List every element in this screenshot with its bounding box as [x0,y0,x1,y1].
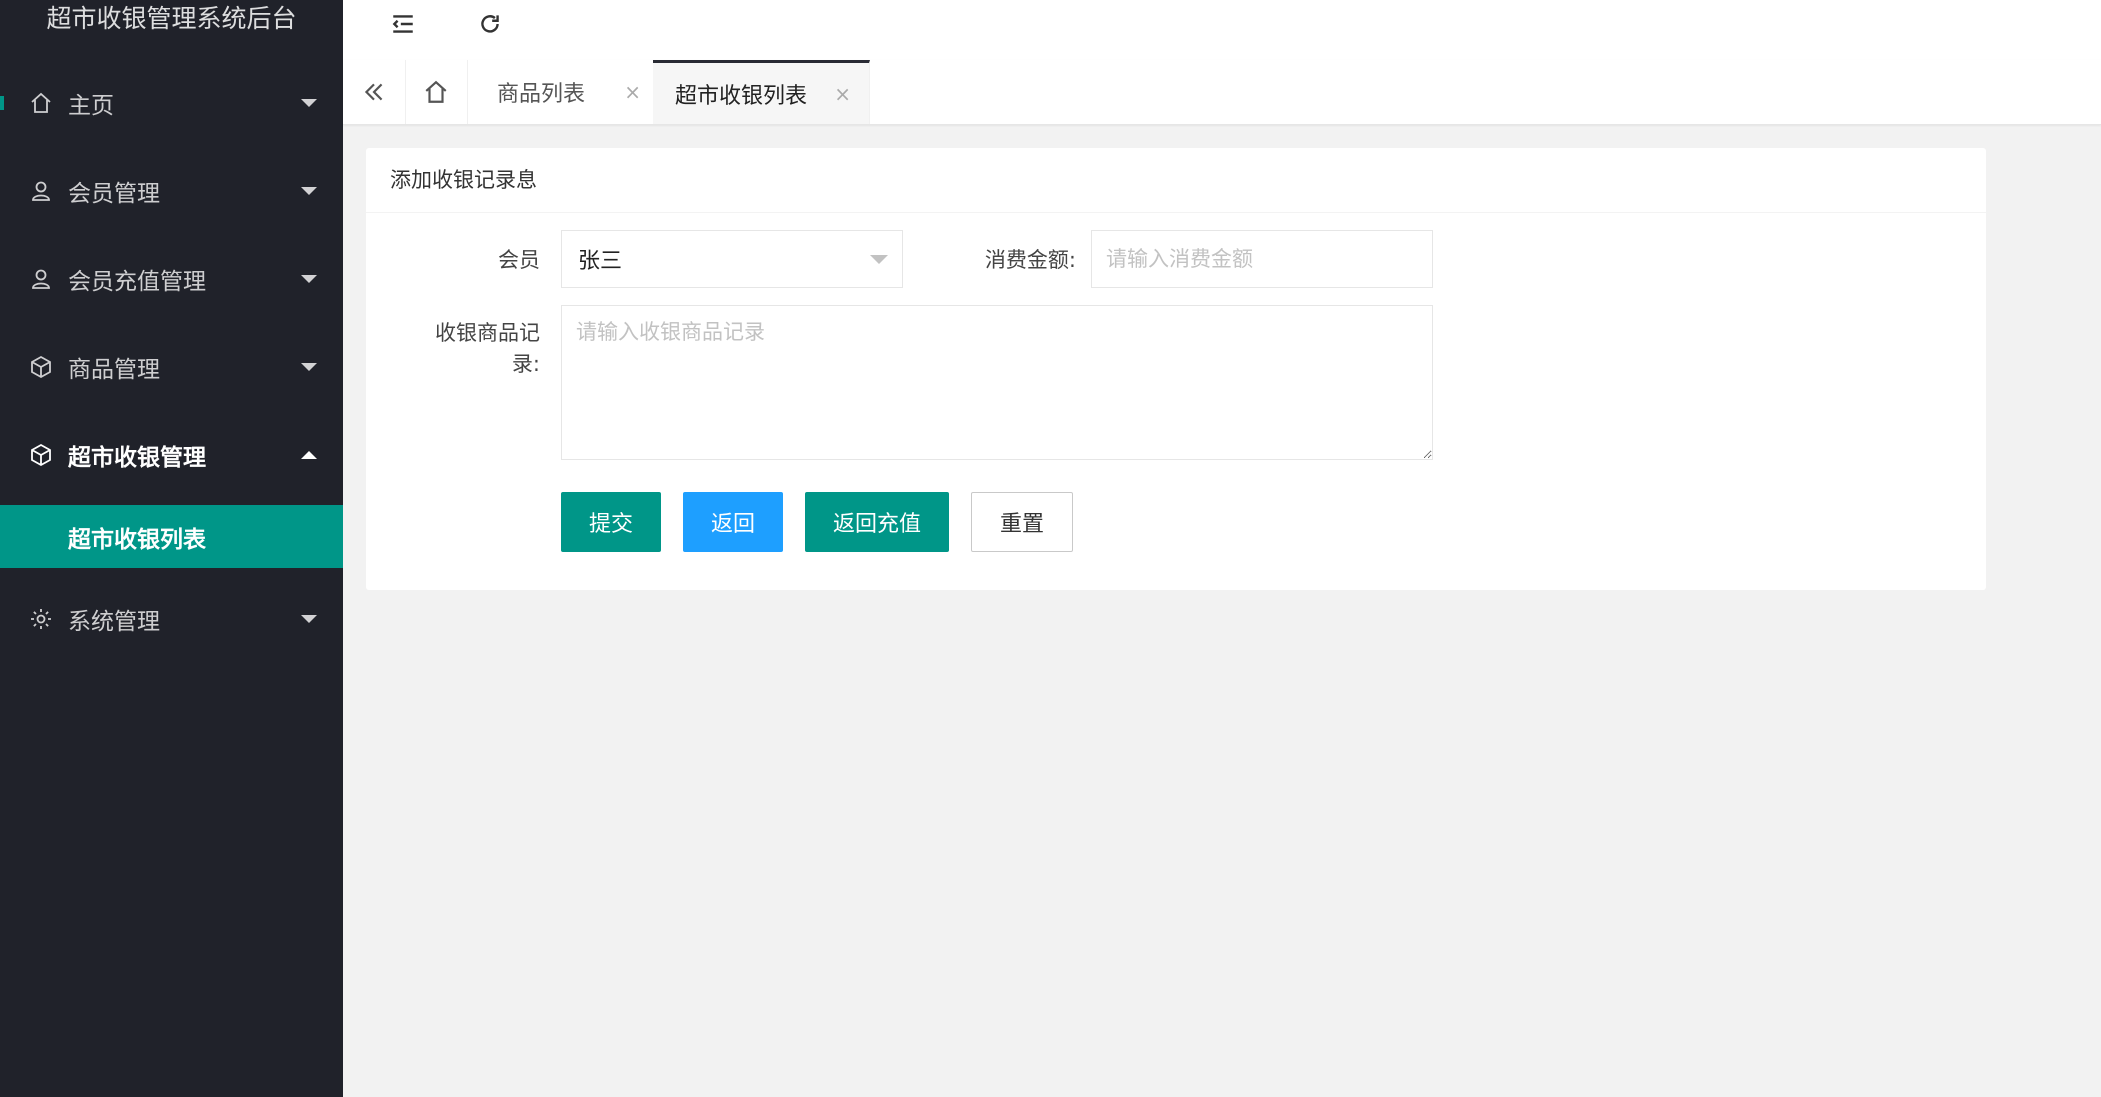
home-icon [28,90,54,116]
chevron-down-icon [301,615,317,623]
sidebar-item-label: 会员管理 [68,181,160,207]
amount-label: 消费金额: [984,248,1076,272]
collapse-menu-icon[interactable] [387,8,419,40]
close-icon[interactable]: × [834,82,851,106]
box-icon [28,354,54,380]
tab-label: 超市收银列表 [675,83,808,109]
sidebar-item-products[interactable]: 商品管理 [0,338,343,396]
chevron-down-icon [301,363,317,371]
member-label: 会员 [498,248,540,272]
tab-product-list[interactable]: 商品列表 × [467,60,660,124]
sidebar-item-recharge[interactable]: 会员充值管理 [0,250,343,308]
home-tab-icon[interactable] [405,60,468,124]
tab-label: 商品列表 [497,82,586,107]
tabs-scroll-left-icon[interactable] [343,60,406,124]
submit-button[interactable]: 提交 [561,492,661,552]
record-label-line1: 收银商品记 [435,321,540,345]
card-title: 添加收银记录息 [366,148,1986,213]
cashier-submenu: 超市收银列表 [0,499,343,571]
sidebar-subitem-cashier-list[interactable]: 超市收银列表 [0,505,343,568]
sidebar-item-cashier[interactable]: 超市收银管理 [0,426,343,484]
reset-button[interactable]: 重置 [971,492,1073,552]
chevron-down-icon [301,275,317,283]
member-selected-value: 张三 [578,249,623,274]
chevron-down-icon [301,99,317,107]
chevron-down-icon [301,187,317,195]
refresh-icon[interactable] [474,8,506,40]
sidebar-item-home[interactable]: 主页 [0,74,343,132]
sidebar-item-label: 超市收银管理 [68,445,206,471]
sidebar-item-system[interactable]: 系统管理 [0,590,343,648]
sidebar-item-label: 会员充值管理 [68,269,206,295]
sidebar-item-label: 商品管理 [68,357,160,383]
chevron-up-icon [301,451,317,459]
app-title: 超市收银管理系统后台 [46,4,297,33]
member-select[interactable]: 张三 [561,230,903,288]
sidebar-item-label: 主页 [68,93,114,119]
record-label-line2: 录: [511,352,540,376]
close-icon[interactable]: × [624,80,641,104]
tab-cashier-list[interactable]: 超市收银列表 × [653,60,870,124]
record-label: 收银商品记 录: [406,318,540,380]
tab-bar: 商品列表 × 超市收银列表 × [343,60,2101,125]
user-icon [28,178,54,204]
sidebar-item-members[interactable]: 会员管理 [0,162,343,220]
chevron-down-icon [870,255,888,264]
record-textarea[interactable] [561,305,1433,460]
top-header [343,0,2101,60]
box-icon [28,442,54,468]
back-button[interactable]: 返回 [683,492,783,552]
sidebar: 超市收银管理系统后台 主页 会员管理 会员充值管理 商品管理 超市收银管理 超市… [0,0,343,1097]
back-recharge-button[interactable]: 返回充值 [805,492,949,552]
sidebar-item-label: 系统管理 [68,609,160,635]
form-card: 添加收银记录息 会员 张三 消费金额: 收银商品记 录: 提交 返回 返回充值 … [366,148,1986,590]
user-icon [28,266,54,292]
gear-icon [28,606,54,632]
amount-input[interactable] [1091,230,1433,288]
